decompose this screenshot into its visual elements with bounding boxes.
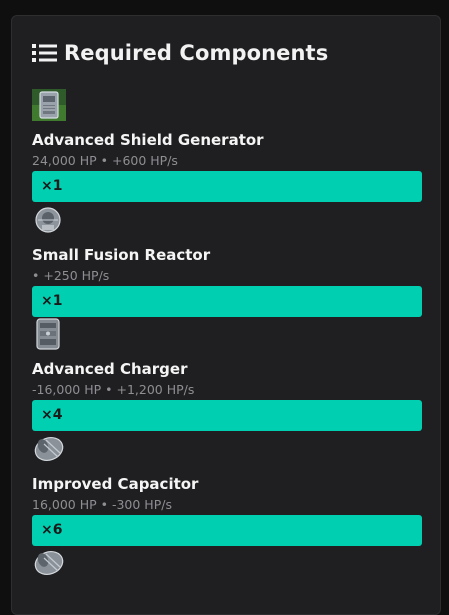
component-quantity: ×4 bbox=[41, 407, 63, 423]
component-name: Small Fusion Reactor bbox=[32, 246, 211, 264]
component-quantity: ×1 bbox=[41, 178, 63, 194]
component-quantity-bar[interactable]: ×6 bbox=[32, 515, 422, 546]
required-components-panel: Required Components Advanced Shield Gene… bbox=[11, 15, 441, 615]
list-icon bbox=[32, 44, 57, 62]
panel-header: Required Components bbox=[32, 38, 328, 68]
component-name: Advanced Charger bbox=[32, 360, 188, 378]
component-quantity-bar[interactable]: ×4 bbox=[32, 400, 422, 431]
component-stats: 24,000 HP • +600 HP/s bbox=[32, 153, 178, 168]
component-name: Improved Capacitor bbox=[32, 475, 199, 493]
component-quantity-bar[interactable]: ×1 bbox=[32, 286, 422, 317]
fusion-reactor-icon bbox=[35, 207, 61, 233]
capacitor-icon bbox=[34, 437, 64, 461]
panel-title: Required Components bbox=[64, 41, 329, 65]
shield-generator-icon bbox=[32, 89, 66, 121]
component-name: Advanced Shield Generator bbox=[32, 131, 264, 149]
component-quantity-bar[interactable]: ×1 bbox=[32, 171, 422, 202]
charger-icon bbox=[36, 318, 60, 350]
component-quantity: ×6 bbox=[41, 522, 63, 538]
component-quantity: ×1 bbox=[41, 293, 63, 309]
capacitor-icon bbox=[34, 551, 64, 575]
component-stats: • +250 HP/s bbox=[32, 268, 110, 283]
component-stats: 16,000 HP • -300 HP/s bbox=[32, 497, 172, 512]
component-stats: -16,000 HP • +1,200 HP/s bbox=[32, 382, 195, 397]
